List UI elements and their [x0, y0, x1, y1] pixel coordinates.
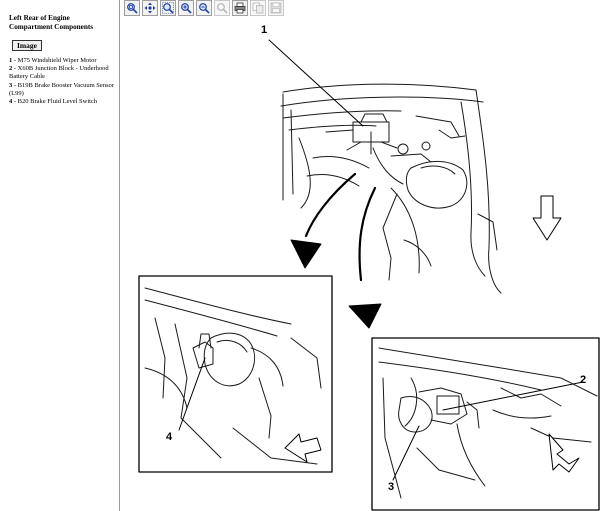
inset-right-direction-arrow: [548, 433, 580, 473]
detail-arrows: [304, 172, 377, 282]
zoom-out-button[interactable]: [196, 0, 212, 16]
left-pane: Left Rear of Engine Compartment Componen…: [0, 0, 120, 511]
callout-1: 1: [261, 24, 268, 36]
zoom-in-icon: [181, 3, 192, 14]
legend-text: - B20 Brake Fluid Level Switch: [12, 98, 98, 106]
copy-icon: [252, 2, 264, 14]
print-button[interactable]: [232, 0, 248, 16]
leader-line-4: [178, 357, 206, 431]
leader-line-2: [442, 381, 584, 411]
zoom-fit-button[interactable]: [124, 0, 140, 16]
diagram-area: 1 2 3 4: [121, 18, 600, 511]
zoom-area-button[interactable]: [160, 0, 176, 16]
zoom-reset-button[interactable]: [214, 0, 230, 16]
main-view-illustration: [280, 83, 502, 294]
zoom-fit-icon: [127, 3, 138, 14]
legend-text: - B19B Brake Booster Vacuum Sensor (L99): [9, 81, 114, 97]
image-toolbar: [124, 0, 284, 18]
inset-right-illustration: [378, 347, 598, 499]
inset-right-frame: [371, 337, 600, 511]
callout-3: 3: [388, 481, 395, 493]
save-icon: [270, 2, 282, 14]
front-direction-arrow: [532, 195, 562, 241]
legend-text: - X60B Junction Block - Underhood Batter…: [9, 65, 109, 81]
arrow-head-left: [290, 239, 322, 269]
legend-item-1: 1 - M75 Windshield Wiper Motor: [9, 57, 115, 65]
legend-text: - M75 Windshield Wiper Motor: [12, 57, 97, 64]
copy-button[interactable]: [250, 0, 266, 16]
zoom-in-button[interactable]: [178, 0, 194, 16]
callout-4: 4: [166, 431, 173, 443]
zoom-area-icon: [162, 2, 174, 14]
save-button[interactable]: [268, 0, 284, 16]
page-title: Left Rear of Engine Compartment Componen…: [9, 14, 94, 31]
legend-item-4: 4 - B20 Brake Fluid Level Switch: [9, 98, 115, 106]
pan-icon: [144, 2, 156, 14]
image-button[interactable]: Image: [12, 40, 42, 51]
zoom-reset-icon: [217, 3, 228, 14]
print-icon: [234, 2, 246, 14]
leader-line-3: [392, 425, 420, 481]
legend-item-3: 3 - B19B Brake Booster Vacuum Sensor (L9…: [9, 82, 115, 98]
callout-2: 2: [580, 374, 587, 386]
legend-item-2: 2 - X60B Junction Block - Underhood Batt…: [9, 65, 115, 81]
component-locator-illustration: [138, 39, 600, 511]
zoom-out-icon: [199, 3, 210, 14]
inset-left-direction-arrow: [284, 433, 322, 463]
pan-button[interactable]: [142, 0, 158, 16]
arrow-head-right: [348, 303, 382, 329]
legend-list: 1 - M75 Windshield Wiper Motor 2 - X60B …: [9, 57, 115, 106]
